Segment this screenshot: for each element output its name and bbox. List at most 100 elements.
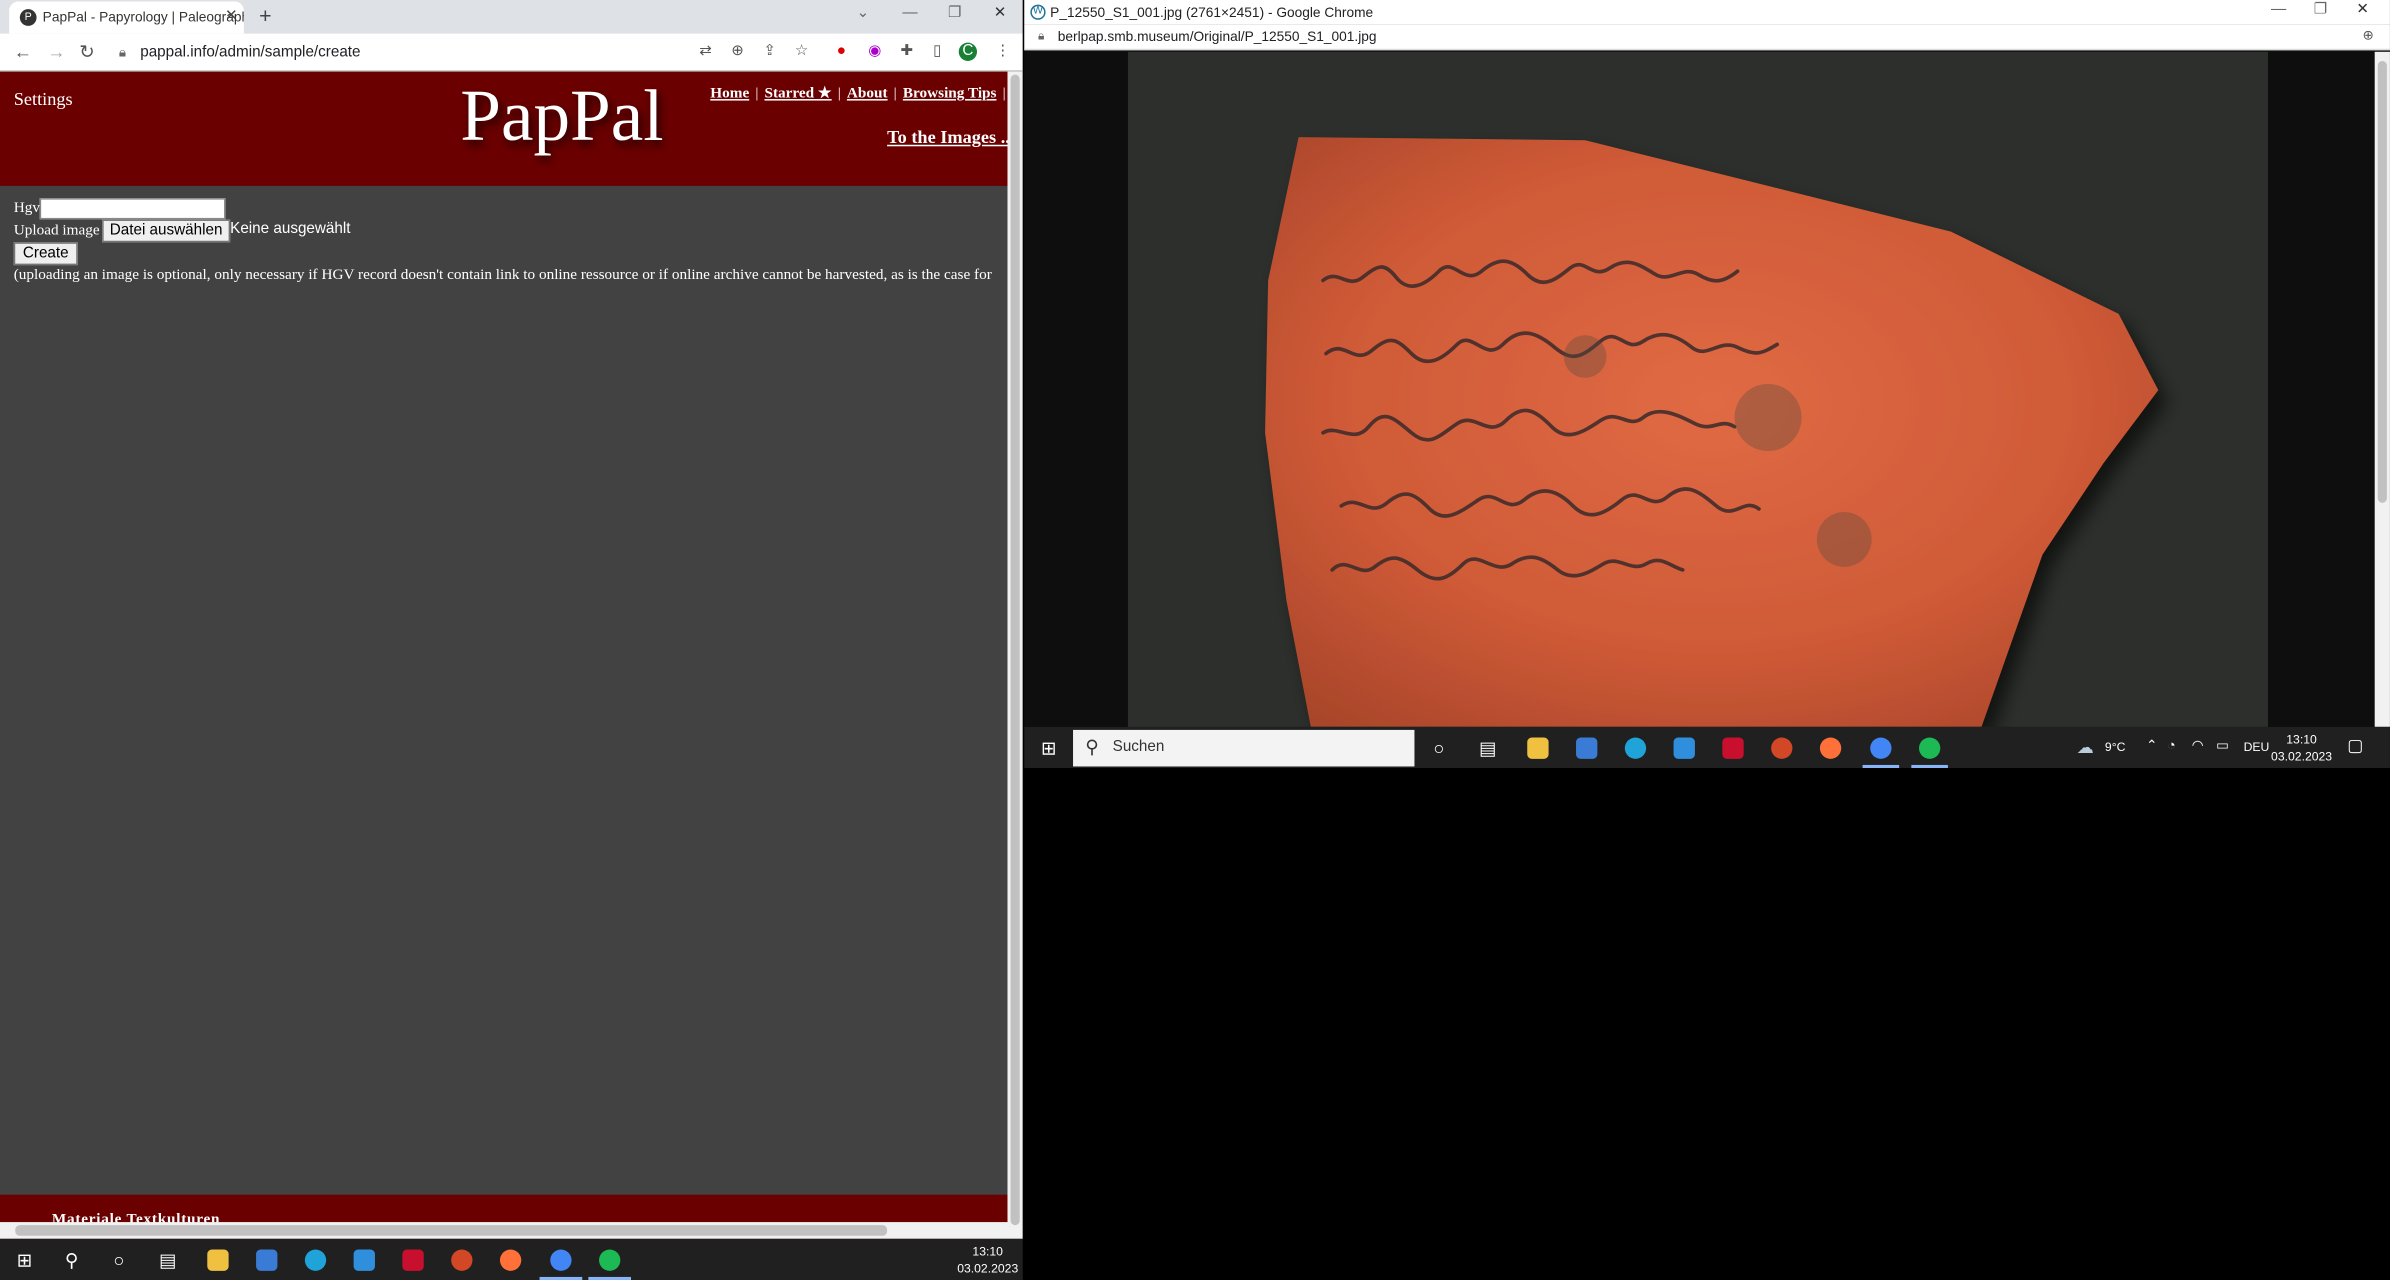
- upload-note: (uploading an image is optional, only ne…: [13, 266, 992, 284]
- pappal-favicon-icon: P: [19, 9, 37, 26]
- zoom-icon[interactable]: ⊕: [729, 43, 747, 61]
- extension-purple-icon[interactable]: ◉: [866, 43, 884, 61]
- notification-icon[interactable]: ▢: [2347, 736, 2363, 756]
- cortana-icon[interactable]: ○: [107, 1248, 131, 1272]
- acrobat-icon[interactable]: [402, 1249, 424, 1271]
- chrome-icon[interactable]: [550, 1249, 572, 1271]
- window-title-bar: W P_12550_S1_001.jpg (2761×2451) - Googl…: [1024, 0, 2390, 25]
- choose-file-button[interactable]: Datei auswählen: [102, 219, 231, 243]
- taskbar-clock[interactable]: 13:10 03.02.2023: [957, 1243, 1018, 1277]
- hgv-input[interactable]: [39, 198, 226, 220]
- windows-start-icon[interactable]: ⊞: [1036, 736, 1060, 760]
- search-icon[interactable]: ⚲: [59, 1248, 83, 1272]
- hgv-row: Hgv: [14, 198, 226, 220]
- wifi-icon[interactable]: ◠: [2192, 738, 2204, 755]
- mail-icon[interactable]: [353, 1249, 375, 1271]
- settings-link[interactable]: Settings: [14, 88, 73, 111]
- clock-time: 13:10: [2286, 732, 2317, 747]
- chrome-icon[interactable]: [1870, 737, 1892, 759]
- address-bar-row: ← → ↻ 🔒︎ pappal.info/admin/sample/create…: [0, 33, 1023, 72]
- extensions-puzzle-icon[interactable]: ✚: [898, 43, 916, 61]
- url-field[interactable]: 🔒︎ pappal.info/admin/sample/create: [116, 40, 695, 66]
- create-button[interactable]: Create: [13, 242, 78, 266]
- nav-starred[interactable]: Starred ★: [764, 85, 831, 102]
- vertical-scrollbar[interactable]: [2374, 51, 2390, 727]
- edge-icon[interactable]: [304, 1249, 327, 1271]
- profile-avatar[interactable]: C: [958, 42, 978, 61]
- share-icon[interactable]: ⇪: [761, 43, 779, 61]
- network-icon[interactable]: ◔: [2167, 738, 2175, 753]
- ostracon-image: [1127, 51, 2269, 727]
- clock-time: 13:10: [972, 1244, 1003, 1259]
- side-panel-icon[interactable]: ▯: [928, 43, 946, 61]
- pappal-logo[interactable]: PapPal: [460, 75, 663, 159]
- forward-icon[interactable]: →: [47, 41, 65, 62]
- horizontal-scrollbar[interactable]: [0, 1222, 1008, 1239]
- tab-pappal[interactable]: P PapPal - Papyrology | Paleograph ✕: [9, 1, 244, 34]
- taskbar-clock[interactable]: 13:10 03.02.2023: [2271, 731, 2332, 765]
- reload-icon[interactable]: ↻: [79, 41, 94, 62]
- task-view-icon[interactable]: ▤: [1475, 736, 1499, 760]
- vertical-scroll-thumb[interactable]: [1010, 74, 1020, 1226]
- to-the-images-link[interactable]: To the Images ...: [887, 126, 1014, 149]
- firefox-icon[interactable]: [499, 1249, 522, 1271]
- restore-icon[interactable]: ❐: [948, 5, 962, 22]
- clock-date: 03.02.2023: [2271, 749, 2333, 764]
- minimize-icon[interactable]: —: [2271, 2, 2286, 19]
- nav-browsing-tips[interactable]: Browsing Tips: [903, 85, 997, 102]
- zoom-icon[interactable]: ⊕: [2363, 27, 2375, 44]
- close-window-icon[interactable]: ✕: [994, 5, 1007, 22]
- pappal-header: Settings PapPal Home | Starred ★ | About | Bro…: [0, 71, 1014, 186]
- language-indicator[interactable]: DEU: [2244, 741, 2270, 755]
- back-icon[interactable]: ←: [14, 41, 32, 62]
- microsoft-store-icon[interactable]: [256, 1249, 278, 1271]
- image-viewer: [1024, 51, 2375, 727]
- spotify-icon[interactable]: [1918, 737, 1941, 759]
- close-window-icon[interactable]: ✕: [2356, 2, 2369, 19]
- tab-search-icon[interactable]: ⌄: [857, 5, 870, 22]
- menu-icon[interactable]: ⋮: [994, 43, 1012, 61]
- tray-chevron-icon[interactable]: ⌃: [2146, 738, 2158, 755]
- nav-about[interactable]: About: [847, 85, 888, 102]
- clock-date: 03.02.2023: [957, 1261, 1019, 1276]
- mail-icon[interactable]: [1673, 737, 1695, 759]
- translate-icon[interactable]: ⇄: [697, 43, 715, 61]
- microsoft-store-icon[interactable]: [1576, 737, 1598, 759]
- battery-icon[interactable]: ▭: [2216, 738, 2229, 755]
- cortana-icon[interactable]: ○: [1427, 736, 1451, 760]
- weather-temp[interactable]: 9°C: [2105, 741, 2125, 755]
- new-tab-icon[interactable]: +: [259, 3, 271, 27]
- upload-row: Upload image Datei auswählen Keine ausge…: [14, 219, 350, 243]
- lock-icon: 🔒︎: [118, 44, 127, 60]
- extension-red-icon[interactable]: ●: [832, 43, 850, 61]
- windows-start-icon[interactable]: ⊞: [12, 1248, 36, 1272]
- vertical-scroll-thumb[interactable]: [2377, 60, 2387, 503]
- right-browser-window: W P_12550_S1_001.jpg (2761×2451) - Googl…: [1024, 0, 2390, 727]
- nav-home[interactable]: Home: [710, 85, 749, 102]
- taskbar-search-box[interactable]: ⚲ Suchen: [1073, 729, 1415, 767]
- url-text: pappal.info/admin/sample/create: [140, 44, 361, 61]
- chrome-active-indicator: [1862, 764, 1900, 768]
- acrobat-icon[interactable]: [1722, 737, 1744, 759]
- minimize-icon[interactable]: —: [902, 5, 917, 22]
- firefox-icon[interactable]: [1819, 737, 1842, 759]
- edge-icon[interactable]: [1624, 737, 1647, 759]
- wordpress-favicon-icon: W: [1030, 4, 1046, 20]
- bookmark-star-icon[interactable]: ☆: [793, 43, 811, 61]
- url-text: berlpap.smb.museum/Original/P_12550_S1_0…: [1057, 28, 1377, 45]
- file-status: Keine ausgewählt: [230, 220, 351, 238]
- lock-icon: 🔒︎: [1037, 28, 1045, 43]
- ostracon-photo[interactable]: [1127, 51, 2269, 727]
- horizontal-scroll-thumb[interactable]: [15, 1225, 888, 1236]
- powerpoint-icon[interactable]: [451, 1249, 473, 1271]
- file-explorer-icon[interactable]: [1527, 737, 1549, 759]
- url-field[interactable]: 🔒︎ berlpap.smb.museum/Original/P_12550_S…: [1024, 24, 2390, 51]
- tab-close-icon[interactable]: ✕: [225, 8, 238, 25]
- restore-icon[interactable]: ❐: [2314, 2, 2328, 19]
- task-view-icon[interactable]: ▤: [155, 1248, 179, 1272]
- powerpoint-icon[interactable]: [1771, 737, 1793, 759]
- weather-cloud-icon[interactable]: ☁: [2073, 736, 2097, 760]
- vertical-scrollbar[interactable]: [1007, 71, 1023, 1239]
- file-explorer-icon[interactable]: [207, 1249, 229, 1271]
- spotify-icon[interactable]: [599, 1249, 621, 1271]
